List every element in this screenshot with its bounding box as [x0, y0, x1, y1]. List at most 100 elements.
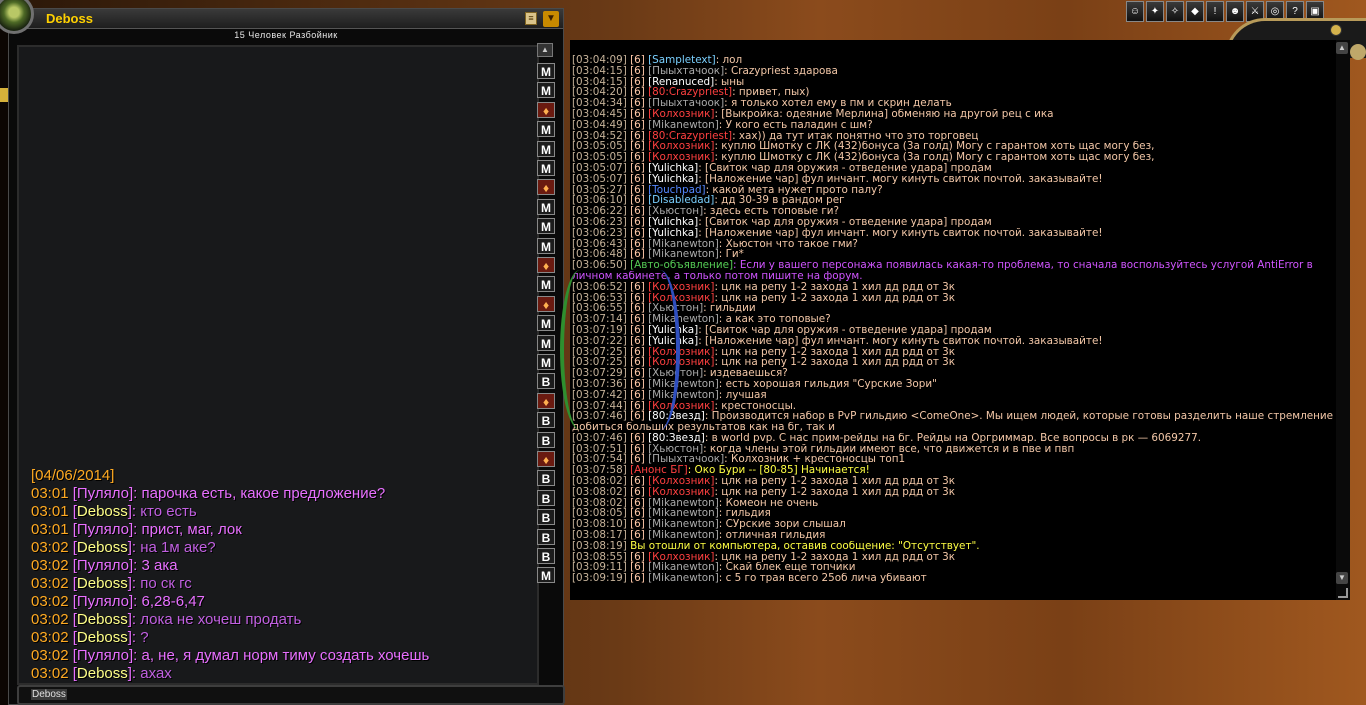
chat-channel[interactable]: [6]	[630, 519, 648, 530]
conversation-tab[interactable]: M	[537, 315, 555, 332]
chat-sender-link[interactable]: [Хьюстон]	[648, 444, 703, 455]
chat-channel[interactable]: [6]	[630, 444, 648, 455]
chat-channel[interactable]: [6]	[630, 152, 648, 163]
conversation-tab[interactable]: B	[537, 489, 555, 506]
chat-sender-link[interactable]: [Disabledad]	[648, 195, 714, 206]
talent-icon[interactable]: ✧	[1166, 1, 1184, 22]
whisper-sender-link[interactable]: Пуляло	[77, 485, 129, 502]
chat-channel[interactable]: [6]	[630, 174, 648, 185]
conversation-tab[interactable]: M	[537, 140, 555, 157]
chat-sender-link[interactable]: [Mikanewton]	[648, 120, 719, 131]
whisper-sender-link[interactable]: Пуляло	[77, 557, 129, 574]
chat-sender-link[interactable]: [Mikanewton]	[648, 530, 719, 541]
chat-sender-link[interactable]: [Колхозник]	[648, 476, 714, 487]
chat-sender-link[interactable]: [Mikanewton]	[648, 562, 719, 573]
chat-sender-link[interactable]: [Yulichka]	[648, 228, 698, 239]
chat-channel[interactable]: [6]	[630, 217, 648, 228]
chat-sender-link[interactable]: [Хьюстон]	[648, 206, 703, 217]
general-chat-frame[interactable]: [03:04:09] [6] [Sampletext]: лол [03:04:1…	[570, 40, 1350, 600]
note-icon[interactable]: ≡	[525, 12, 537, 25]
chat-channel[interactable]: [6]	[630, 87, 648, 98]
conversation-tab[interactable]: ♦	[537, 451, 555, 467]
conversation-tab[interactable]: B	[537, 470, 555, 487]
conversation-tab[interactable]: ♦	[537, 257, 555, 273]
chat-channel[interactable]: [6]	[630, 228, 648, 239]
chat-sender-link[interactable]: [80:Crazypriest]	[648, 131, 732, 142]
conversation-tab[interactable]: M	[537, 198, 555, 215]
chat-sender-link[interactable]: [Колхозник]	[648, 109, 714, 120]
chat-channel[interactable]: [6]	[630, 498, 648, 509]
conversation-tab[interactable]: B	[537, 373, 555, 390]
conversation-tab[interactable]: M	[537, 237, 555, 254]
chat-sender-link[interactable]: [Mikanewton]	[648, 519, 719, 530]
chat-sender-link[interactable]: [Пыыхтачоок]	[648, 454, 724, 465]
chat-channel[interactable]: [6]	[630, 476, 648, 487]
chat-sender-link[interactable]: [Mikanewton]	[648, 573, 719, 584]
chat-channel[interactable]: [6]	[630, 163, 648, 174]
conversation-tab[interactable]: B	[537, 548, 555, 564]
chat-channel[interactable]: [6]	[630, 131, 648, 142]
chat-channel[interactable]: [6]	[630, 206, 648, 217]
chat-channel[interactable]: [6]	[630, 487, 648, 498]
chat-channel[interactable]: [6]	[630, 195, 648, 206]
conversation-tab[interactable]: ♦	[537, 101, 555, 118]
chat-sender-link[interactable]: [Sampletext]	[648, 55, 716, 66]
chat-sender-link[interactable]: [Mikanewton]	[648, 508, 719, 519]
spell-icon[interactable]: ✦	[1146, 1, 1164, 22]
chat-channel[interactable]: [6]	[630, 562, 648, 573]
chat-channel[interactable]: [6]	[630, 573, 648, 584]
chat-sender-link[interactable]: [80:Crazypriest]	[648, 87, 732, 98]
conversation-tab[interactable]: B	[537, 528, 555, 545]
chat-channel[interactable]: [6]	[630, 249, 648, 260]
achiev-icon[interactable]: ◆	[1186, 1, 1204, 22]
chat-sender-link[interactable]: [Yulichka]	[648, 163, 698, 174]
chat-channel[interactable]: [6]	[630, 120, 648, 131]
whisper-sender-link[interactable]: Deboss	[77, 539, 128, 556]
conversation-tab[interactable]: ♦	[537, 179, 555, 196]
conversation-tab[interactable]: ♦	[537, 295, 555, 312]
chat-sender-link[interactable]: [Mikanewton]	[648, 239, 719, 250]
chat-sender-link[interactable]: [Touchpad]	[648, 185, 706, 196]
whisper-input-box[interactable]: Deboss	[17, 685, 565, 705]
chat-channel[interactable]: [6]	[630, 141, 648, 152]
chat-sender-link[interactable]: [Renanuced]	[648, 77, 714, 88]
minimap-button[interactable]	[1350, 44, 1366, 60]
whisper-input[interactable]: Deboss	[31, 689, 67, 700]
conversation-tab[interactable]: M	[537, 354, 555, 370]
chat-channel[interactable]: [6]	[630, 508, 648, 519]
chat-channel[interactable]: [6]	[630, 66, 648, 77]
chat-channel[interactable]: [6]	[630, 185, 648, 196]
social-icon[interactable]: ☻	[1226, 1, 1244, 22]
whisper-sender-link[interactable]: Deboss	[77, 611, 128, 628]
chat-sender-link[interactable]: [Колхозник]	[648, 152, 714, 163]
chat-sender-link[interactable]: [Колхозник]	[648, 141, 714, 152]
chat-sender-link[interactable]: [80:Звезд]	[648, 433, 705, 444]
chat-scrollbar[interactable]: ▲ ▼	[1336, 40, 1350, 600]
conversation-tab[interactable]: M	[537, 160, 555, 176]
chat-channel[interactable]: [6]	[630, 454, 648, 465]
chat-sender-link[interactable]: [Анонс БГ]	[630, 465, 688, 476]
chat-channel[interactable]: [6]	[630, 552, 648, 563]
resize-handle-icon[interactable]	[1338, 588, 1348, 598]
conversation-tab[interactable]: ♦	[537, 392, 555, 409]
conversation-tab[interactable]: M	[537, 82, 555, 99]
menu-chevron-icon[interactable]: ▼	[543, 11, 559, 27]
conversation-tab[interactable]: M	[537, 334, 555, 351]
chat-sender-link[interactable]: [Колхозник]	[648, 552, 714, 563]
conversation-tab[interactable]: M	[537, 276, 555, 293]
whisper-sender-link[interactable]: Deboss	[77, 629, 128, 646]
chat-sender-link[interactable]: [Yulichka]	[648, 174, 698, 185]
conversation-tab[interactable]: B	[537, 412, 555, 429]
chat-channel[interactable]: [6]	[630, 77, 648, 88]
chat-scroll-down-icon[interactable]: ▼	[1336, 572, 1348, 584]
whisper-message-pane[interactable]: [04/06/2014] 03:01 [Пуляло]: парочка есть…	[17, 45, 539, 685]
conversation-tab[interactable]: M	[537, 218, 555, 235]
whisper-sender-link[interactable]: Пуляло	[77, 521, 129, 538]
chat-sender-link[interactable]: [Mikanewton]	[648, 249, 719, 260]
conversation-tab[interactable]: B	[537, 431, 555, 448]
chat-channel[interactable]: [6]	[630, 239, 648, 250]
whisper-titlebar[interactable]: Deboss ≡ ▼	[9, 9, 563, 29]
chat-channel[interactable]: [6]	[630, 109, 648, 120]
chat-channel[interactable]: [6]	[630, 433, 648, 444]
quest-icon[interactable]: !	[1206, 1, 1224, 22]
